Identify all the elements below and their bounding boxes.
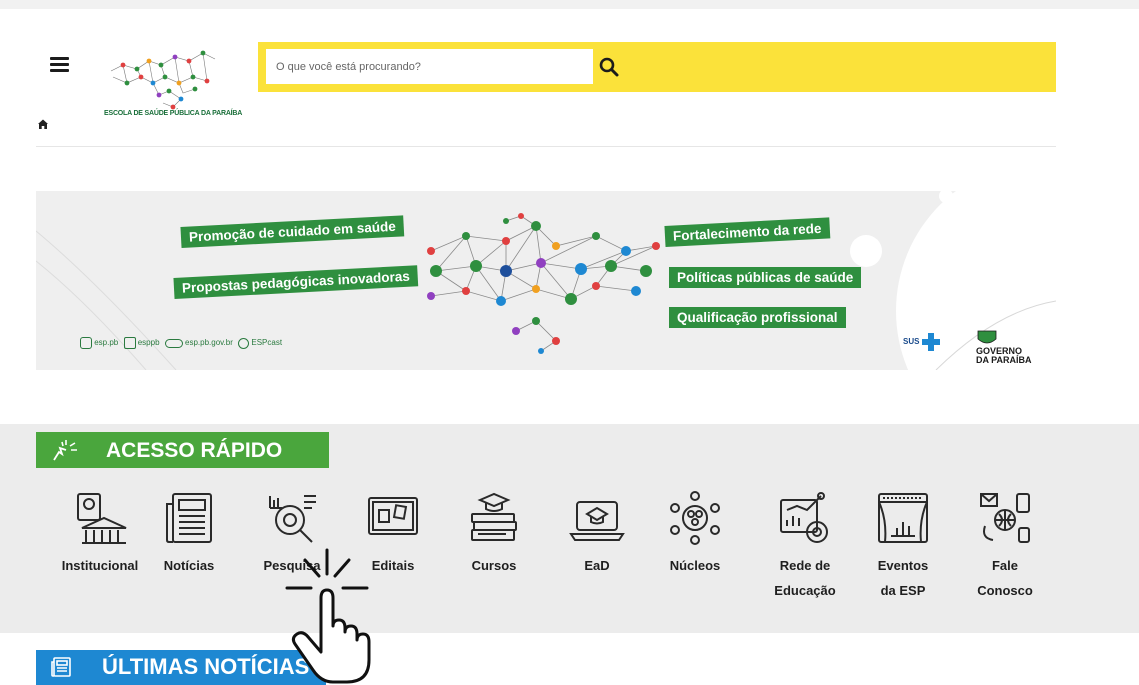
instagram-icon[interactable] — [80, 337, 92, 349]
quick-link-cursos[interactable]: Cursos — [449, 490, 539, 578]
coat-of-arms-icon — [977, 330, 997, 344]
stage-icon — [878, 493, 928, 543]
quick-link-eventos-da-esp[interactable]: Eventos da ESP — [858, 490, 948, 603]
search-bar — [258, 42, 1056, 92]
click-hand-icon — [53, 440, 77, 461]
quick-link-nucleos[interactable]: Núcleos — [650, 490, 740, 578]
banner-tag: Qualificação profissional — [669, 307, 846, 328]
chart-gear-icon — [780, 492, 828, 543]
quick-link-pesquisa[interactable]: Pesquisa — [247, 490, 337, 578]
notice-board-icon — [368, 497, 418, 535]
social-links: esp.pb esppb esp.pb.gov.br ESPcast — [80, 337, 282, 349]
podcast-icon[interactable] — [238, 337, 250, 349]
quick-link-institucional[interactable]: Institucional — [55, 490, 145, 578]
menu-icon[interactable] — [50, 57, 69, 73]
network-people-icon — [670, 491, 720, 545]
latest-news-title: ÚLTIMAS NOTÍCIAS — [102, 654, 310, 679]
quick-access-title: ACESSO RÁPIDO — [106, 439, 283, 462]
banner-tag: Políticas públicas de saúde — [669, 267, 862, 288]
top-strip — [0, 0, 1139, 9]
facebook-icon[interactable] — [123, 337, 136, 349]
quick-link-ead[interactable]: EaD — [552, 490, 642, 578]
government-logo: GOVERNO DA PARAÍBA — [976, 327, 1032, 365]
newspaper-icon — [51, 657, 71, 677]
building-icon — [77, 493, 127, 544]
newspaper-icon — [166, 493, 212, 543]
search-icon[interactable] — [598, 56, 620, 78]
laptop-graduation-icon — [569, 501, 625, 541]
contact-icon — [980, 493, 1030, 543]
books-icon — [471, 492, 517, 541]
quick-link-fale-conosco[interactable]: Fale Conosco — [960, 490, 1050, 603]
logo-text: ESCOLA DE SAÚDE PÚBLICA DA PARAÍBA — [104, 110, 243, 117]
research-icon — [269, 495, 316, 543]
quick-link-rede-de-educacao[interactable]: Rede de Educação — [755, 490, 855, 603]
latest-news-header[interactable]: ÚLTIMAS NOTÍCIAS — [36, 650, 326, 685]
home-icon[interactable] — [37, 118, 49, 130]
search-input[interactable] — [266, 49, 593, 84]
quick-link-editais[interactable]: Editais — [348, 490, 438, 578]
quick-access-header: ACESSO RÁPIDO — [36, 432, 329, 468]
website-icon[interactable] — [164, 338, 183, 348]
hero-banner[interactable]: Promoção de cuidado em saúde Propostas p… — [36, 191, 1056, 370]
header-divider — [36, 146, 1056, 147]
sus-logo: SUS — [903, 333, 940, 351]
sus-cross-icon — [921, 333, 940, 351]
quick-link-noticias[interactable]: Notícias — [144, 490, 234, 578]
